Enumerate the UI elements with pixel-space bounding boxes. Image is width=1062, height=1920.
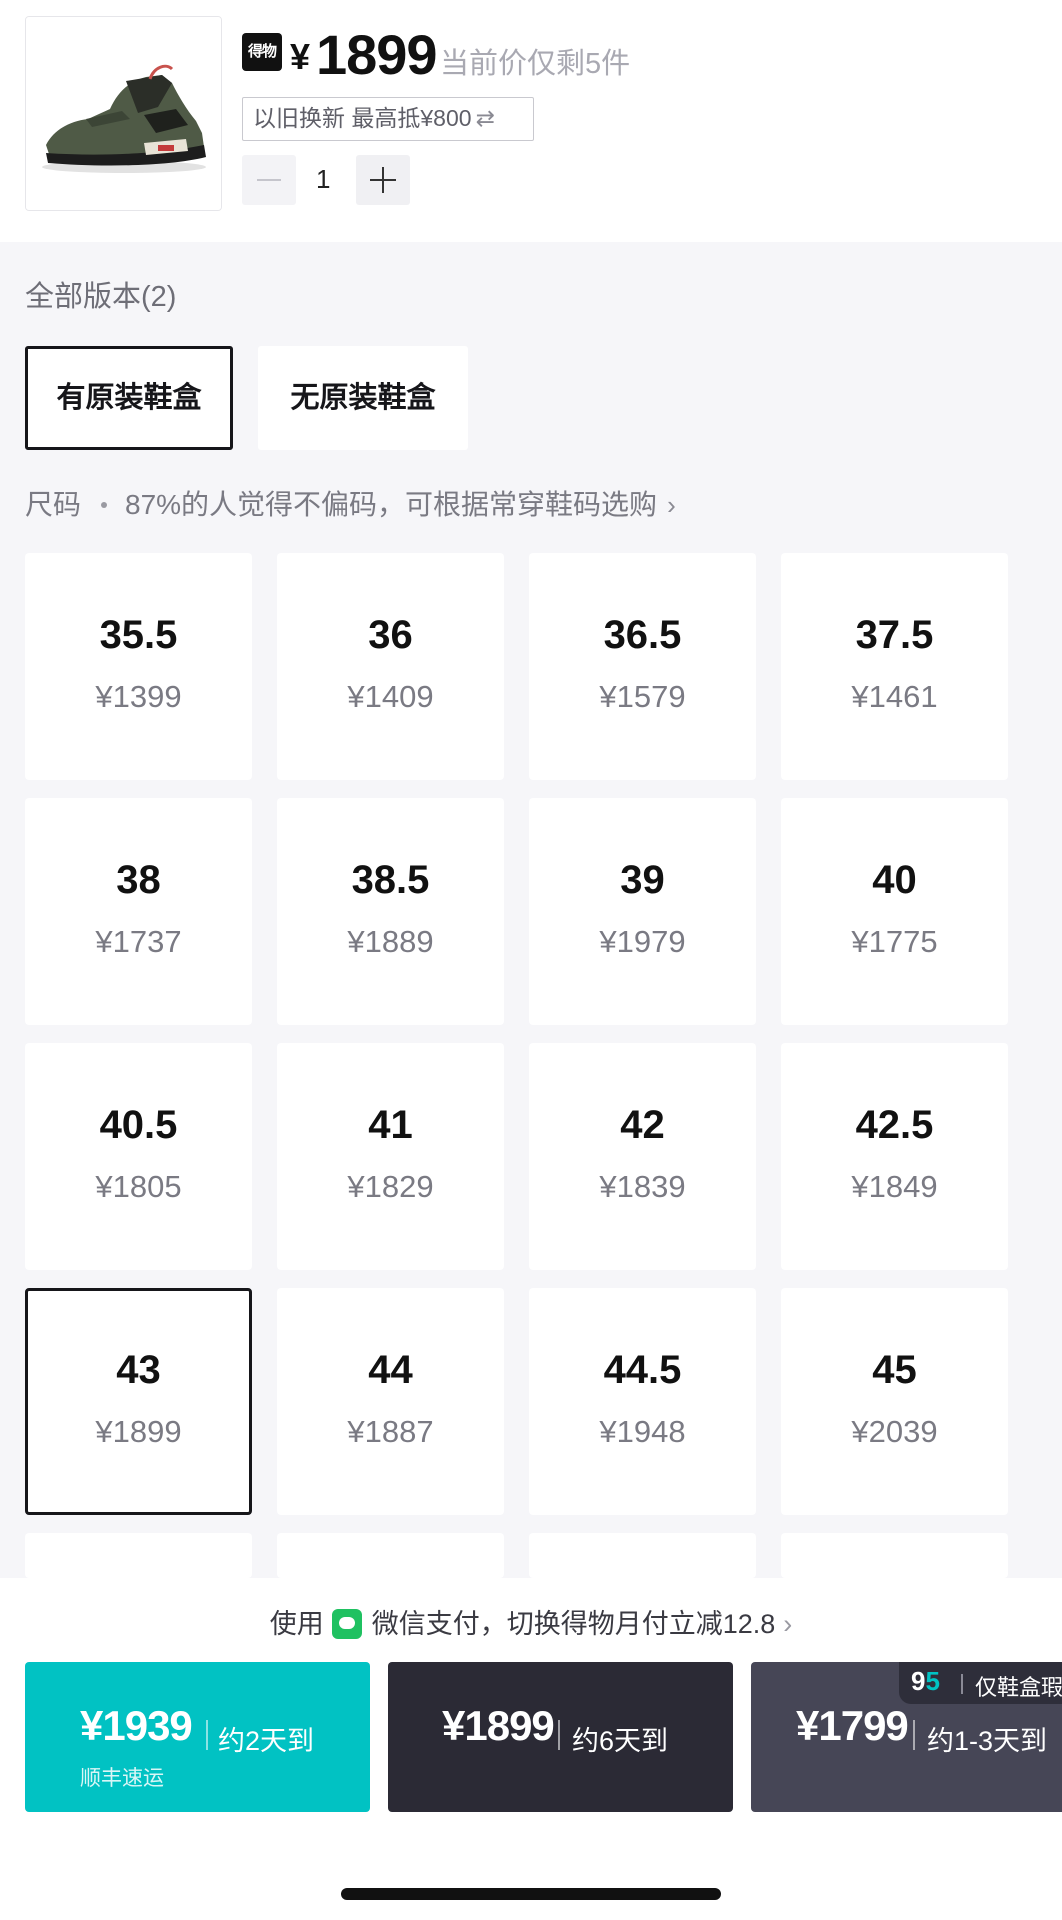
swap-arrows-icon: ⇄ [475,105,495,131]
size-option[interactable]: 38.5 ¥1889 [277,798,504,1025]
size-option-partial[interactable] [529,1533,756,1578]
delivery-eta: 约2天到 [218,1726,315,1756]
quantity-increase-button[interactable] [356,155,410,205]
promo-prefix: 使用 [269,1609,324,1639]
ninety-five-logo-icon: 95 [911,1666,940,1696]
promo-text: 微信支付，切换得物月付立减12.8 [371,1609,776,1639]
size-value: 41 [368,1103,413,1147]
buy-standard-button[interactable]: ¥1899 约6天到 [388,1662,733,1812]
brand-logo: 得物 [242,33,282,71]
size-value: 38 [116,858,161,902]
version-with-box[interactable]: 有原装鞋盒 [25,346,233,450]
current-price: 1899 [316,23,438,86]
size-value: 36 [368,613,413,657]
divider [961,1674,963,1694]
size-price: ¥1829 [347,1169,434,1204]
size-option[interactable]: 36.5 ¥1579 [529,553,756,780]
size-option[interactable]: 35.5 ¥1399 [25,553,252,780]
size-value: 39 [620,858,665,902]
size-fit-hint[interactable]: 尺码 87%的人觉得不偏码，可根据常穿鞋码选购 › [25,483,676,523]
delivery-eta: 约1-3天到 [927,1726,1048,1756]
size-option[interactable]: 45 ¥2039 [781,1288,1008,1515]
size-value: 38.5 [351,858,430,902]
size-value: 40 [872,858,917,902]
size-value: 44 [368,1348,413,1392]
flawed-box-label: 仅鞋盒瑕 [975,1675,1062,1700]
versions-title: 全部版本(2) [25,281,177,313]
size-option[interactable]: 44 ¥1887 [277,1288,504,1515]
size-price: ¥2039 [851,1414,938,1449]
size-value: 43 [116,1348,161,1392]
size-value: 35.5 [99,613,178,657]
size-value: 40.5 [99,1103,178,1147]
size-option[interactable]: 40.5 ¥1805 [25,1043,252,1270]
buy-express-button[interactable]: ¥1939 约2天到 顺丰速运 [25,1662,370,1812]
delivery-eta: 约6天到 [572,1726,669,1756]
size-price: ¥1805 [95,1169,182,1204]
size-option-partial[interactable] [25,1533,252,1578]
size-value: 36.5 [603,613,682,657]
stock-note: 当前价仅剩5件 [440,48,631,80]
product-thumbnail[interactable] [25,16,222,211]
payment-promo[interactable]: 使用 微信支付，切换得物月付立减12.8 › [0,1602,1062,1641]
buy-price: ¥1939 [80,1702,193,1749]
home-indicator[interactable] [341,1888,721,1900]
version-without-box[interactable]: 无原装鞋盒 [258,346,468,450]
sneaker-image [26,17,221,210]
size-price: ¥1579 [599,679,686,714]
size-price: ¥1979 [599,924,686,959]
divider [913,1720,915,1750]
separator-dot [101,502,108,508]
price-currency: ¥ [290,36,311,77]
size-price: ¥1399 [95,679,182,714]
courier-label: 顺丰速运 [80,1767,164,1790]
chevron-right-icon: › [667,490,676,520]
size-price: ¥1899 [95,1414,182,1449]
size-option[interactable]: 42.5 ¥1849 [781,1043,1008,1270]
chevron-right-icon: › [783,1609,793,1639]
tradein-label: 以旧换新 最高抵¥800 [253,105,472,131]
size-option[interactable]: 44.5 ¥1948 [529,1288,756,1515]
size-price: ¥1849 [851,1169,938,1204]
size-option[interactable]: 41 ¥1829 [277,1043,504,1270]
size-price: ¥1887 [347,1414,434,1449]
size-value: 45 [872,1348,917,1392]
size-option[interactable]: 39 ¥1979 [529,798,756,1025]
size-option[interactable]: 42 ¥1839 [529,1043,756,1270]
size-price: ¥1461 [851,679,938,714]
size-price: ¥1948 [599,1414,686,1449]
size-option[interactable]: 38 ¥1737 [25,798,252,1025]
size-price: ¥1737 [95,924,182,959]
wechat-pay-icon [331,1609,362,1639]
size-price: ¥1775 [851,924,938,959]
buy-flawed-box-button[interactable]: 95 仅鞋盒瑕 ¥1799 约1-3天到 [751,1662,1062,1812]
quantity-value: 1 [316,164,331,194]
size-price: ¥1889 [347,924,434,959]
size-option-selected[interactable]: 43 ¥1899 [25,1288,252,1515]
size-option[interactable]: 37.5 ¥1461 [781,553,1008,780]
size-option-partial[interactable] [277,1533,504,1578]
size-option-partial[interactable] [781,1533,1008,1578]
size-value: 42 [620,1103,665,1147]
divider [206,1720,208,1750]
tradein-badge[interactable]: 以旧换新 最高抵¥800 ⇄ [242,97,534,141]
size-value: 37.5 [855,613,934,657]
buy-price: ¥1799 [796,1702,909,1749]
size-price: ¥1409 [347,679,434,714]
size-value: 42.5 [855,1103,934,1147]
size-hint-text: 87%的人觉得不偏码，可根据常穿鞋码选购 [125,489,658,520]
buy-price: ¥1899 [442,1702,555,1749]
divider [558,1720,560,1750]
size-price: ¥1839 [599,1169,686,1204]
product-header: 得物 ¥ 1899 当前价仅剩5件 以旧换新 最高抵¥800 ⇄ 1 [0,0,1062,242]
size-option[interactable]: 40 ¥1775 [781,798,1008,1025]
quantity-decrease-button[interactable] [242,155,296,205]
size-label: 尺码 [25,489,82,520]
size-value: 44.5 [603,1348,682,1392]
size-option[interactable]: 36 ¥1409 [277,553,504,780]
